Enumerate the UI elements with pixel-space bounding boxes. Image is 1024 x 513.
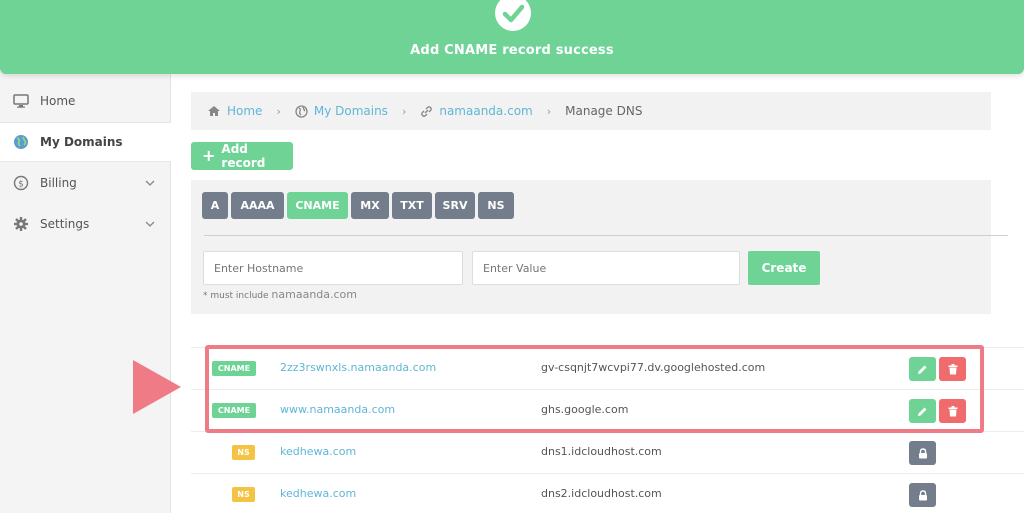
sidebar-item-billing[interactable]: $ Billing	[0, 163, 171, 203]
type-tab-txt[interactable]: TXT	[392, 192, 432, 219]
sidebar: Home My Domains $ Billing Settings	[0, 0, 171, 513]
chevron-down-icon	[145, 176, 155, 190]
gear-icon	[12, 215, 30, 233]
record-type-badge: NS	[232, 445, 255, 460]
divider	[204, 235, 1008, 236]
toast-message: Add CNAME record success	[410, 43, 614, 58]
type-tab-cname[interactable]: CNAME	[287, 192, 348, 219]
dollar-icon: $	[12, 174, 30, 192]
record-form-panel: A AAAA CNAME MX TXT SRV NS Create * must…	[191, 180, 1008, 314]
sidebar-item-label: Billing	[40, 176, 77, 190]
breadcrumb-current: Manage DNS	[565, 104, 643, 118]
monitor-icon	[12, 92, 30, 110]
record-value: dns2.idcloudhost.com	[541, 487, 662, 500]
plus-icon: +	[202, 146, 216, 165]
breadcrumb-separator: ›	[276, 104, 281, 118]
breadcrumb: Home › My Domains › namaanda.com › Manag…	[191, 92, 991, 130]
sidebar-item-settings[interactable]: Settings	[0, 204, 171, 244]
create-button[interactable]: Create	[748, 251, 820, 285]
check-icon	[495, 0, 531, 31]
record-type-badge: NS	[232, 487, 255, 502]
breadcrumb-home[interactable]: Home	[207, 104, 262, 118]
globe-icon	[295, 104, 308, 118]
svg-text:$: $	[18, 180, 24, 190]
value-input[interactable]	[472, 251, 740, 285]
type-tab-ns[interactable]: NS	[478, 192, 514, 219]
globe-icon	[12, 133, 30, 151]
record-type-tabs: A AAAA CNAME MX TXT SRV NS	[202, 192, 514, 219]
type-tab-aaaa[interactable]: AAAA	[231, 192, 284, 219]
record-row: NS kedhewa.com dns2.idcloudhost.com	[191, 473, 1024, 513]
sidebar-item-home[interactable]: Home	[0, 81, 171, 121]
lock-button[interactable]	[909, 441, 936, 465]
record-host[interactable]: kedhewa.com	[280, 445, 356, 458]
breadcrumb-separator: ›	[401, 104, 407, 118]
record-value: dns1.idcloudhost.com	[541, 445, 662, 458]
sidebar-item-my-domains[interactable]: My Domains	[0, 122, 171, 162]
type-tab-srv[interactable]: SRV	[435, 192, 475, 219]
lock-button[interactable]	[909, 483, 936, 507]
record-row: NS kedhewa.com dns1.idcloudhost.com	[191, 431, 1024, 473]
pointer-arrow	[133, 360, 181, 414]
highlight-box	[205, 345, 984, 433]
success-toast: Add CNAME record success	[0, 0, 1024, 74]
sidebar-item-label: Settings	[40, 217, 90, 231]
type-tab-a[interactable]: A	[202, 192, 228, 219]
sidebar-item-label: Home	[40, 94, 76, 108]
breadcrumb-separator: ›	[546, 104, 552, 118]
link-icon	[421, 105, 433, 117]
type-tab-mx[interactable]: MX	[351, 192, 389, 219]
hostname-input[interactable]	[203, 251, 463, 285]
sidebar-item-label: My Domains	[40, 135, 123, 149]
breadcrumb-domain[interactable]: namaanda.com	[420, 104, 533, 118]
home-icon	[208, 106, 220, 116]
hostname-hint: * must include namaanda.com	[203, 288, 357, 301]
main-content: Home › My Domains › namaanda.com › Manag…	[171, 0, 1024, 513]
chevron-down-icon	[145, 217, 155, 231]
breadcrumb-my-domains[interactable]: My Domains	[295, 104, 388, 118]
lock-icon	[918, 489, 927, 500]
lock-icon	[918, 447, 927, 458]
record-host[interactable]: kedhewa.com	[280, 487, 356, 500]
add-record-button[interactable]: + Add record	[191, 142, 293, 170]
